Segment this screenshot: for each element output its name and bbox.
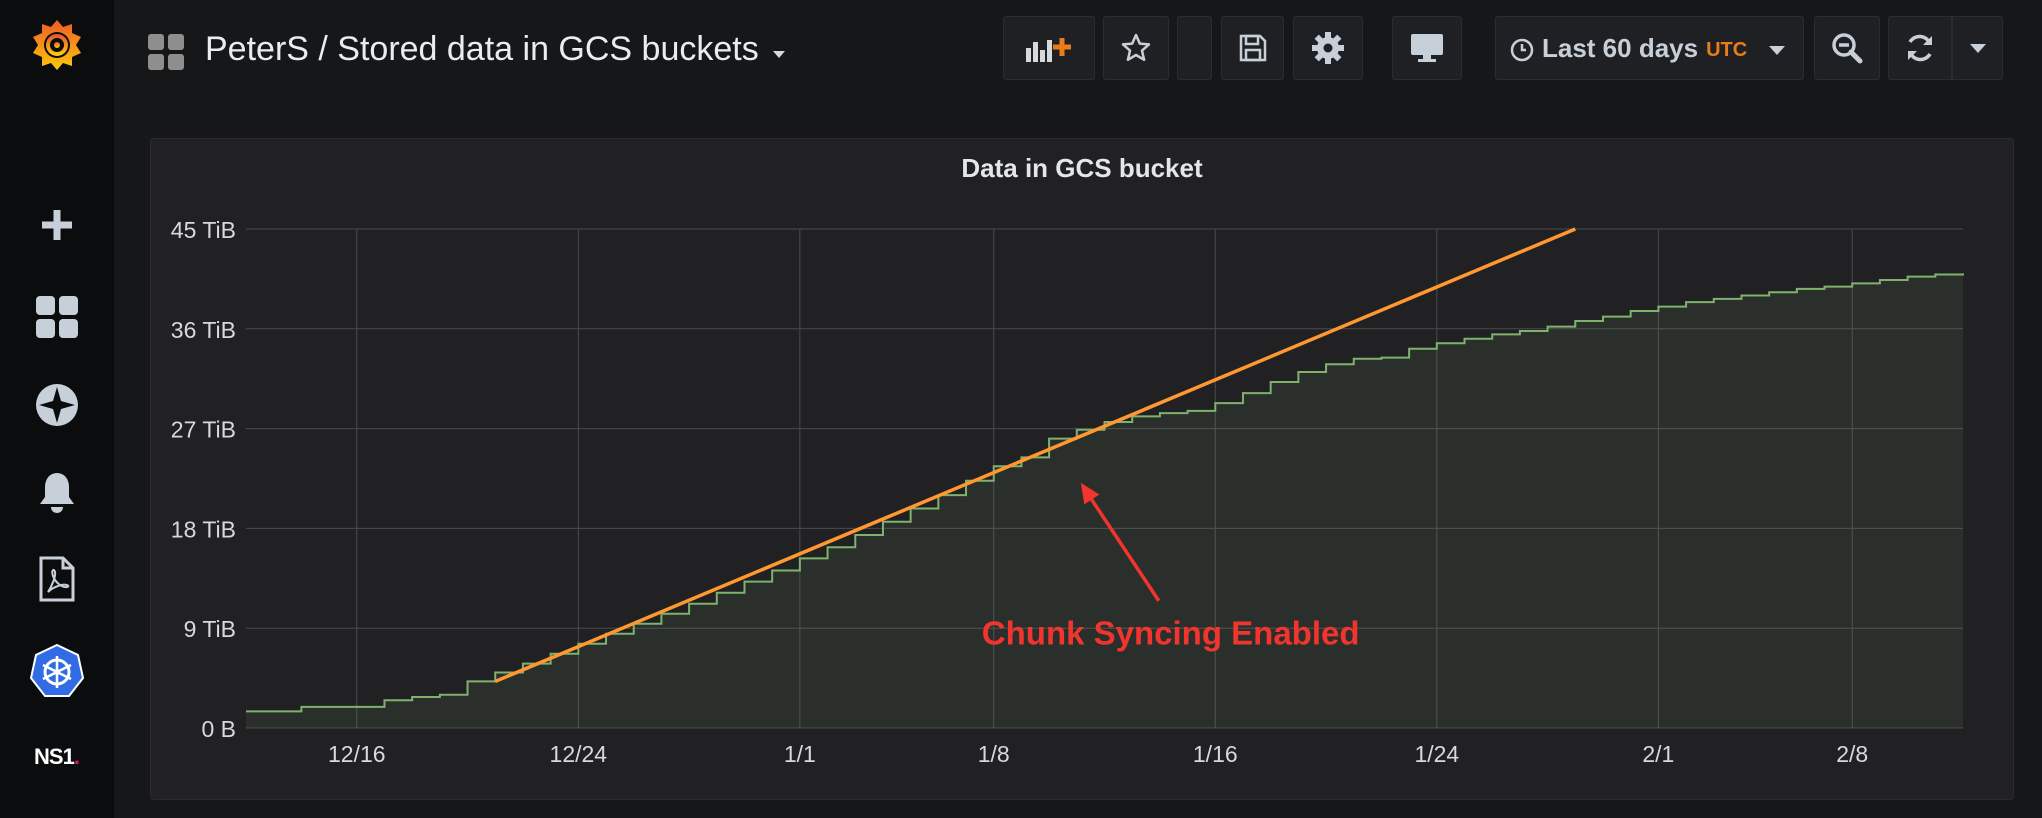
ns1-label: NS1 (34, 744, 75, 769)
chevron-down-icon (1769, 46, 1785, 55)
save-button[interactable] (1221, 16, 1284, 80)
chevron-down-icon (1969, 43, 1986, 53)
dashboards-icon[interactable] (26, 286, 88, 348)
monitor-icon (1411, 34, 1443, 62)
x-tick-label: 1/16 (1193, 741, 1238, 767)
y-tick-label: 45 TiB (171, 217, 236, 243)
x-tick-label: 2/1 (1642, 741, 1674, 767)
panel-chart[interactable]: 0 B9 TiB18 TiB27 TiB36 TiB45 TiB 12/16 12… (151, 139, 2015, 801)
settings-button[interactable] (1293, 16, 1363, 80)
gear-icon (1312, 32, 1344, 64)
timezone-label: UTC (1706, 38, 1748, 61)
time-range-picker[interactable]: Last 60 days UTC (1495, 16, 1804, 80)
refresh-button[interactable] (1888, 16, 1952, 80)
dashboard-grid-icon (148, 34, 184, 70)
pdf-report-icon[interactable] (26, 548, 88, 610)
refresh-interval-dropdown[interactable] (1952, 16, 2003, 80)
x-tick-label: 12/24 (550, 741, 608, 767)
ns1-icon[interactable]: NS1. (26, 726, 88, 788)
y-tick-label: 27 TiB (171, 417, 236, 443)
x-tick-label: 1/1 (784, 741, 816, 767)
view-mode-button[interactable] (1392, 16, 1462, 80)
zoom-out-button[interactable] (1814, 16, 1880, 80)
series-area (246, 273, 1963, 728)
annotation-label: Chunk Syncing Enabled (982, 615, 1360, 652)
grafana-logo-icon[interactable] (26, 16, 88, 78)
add-panel-icon (1026, 38, 1071, 62)
y-tick-label: 36 TiB (171, 317, 236, 343)
kubernetes-icon[interactable] (26, 640, 88, 702)
x-tick-label: 1/24 (1414, 741, 1459, 767)
plus-icon[interactable] (26, 194, 88, 256)
x-tick-label: 1/8 (978, 741, 1010, 767)
graph-panel[interactable]: Data in GCS bucket 0 B9 TiB 18 TiB 27 TiB 3… (150, 138, 2014, 800)
clock-icon (1510, 38, 1534, 62)
add-panel-button[interactable] (1003, 16, 1095, 80)
chevron-down-icon (772, 51, 785, 58)
y-tick-label: 9 TiB (184, 616, 236, 642)
x-tick-label: 12/16 (328, 741, 386, 767)
save-icon (1239, 34, 1266, 62)
x-axis: 12/16 12/24 1/1 1/8 1/16 1/24 2/1 2/8 (328, 741, 1868, 767)
sidebar: NS1. (0, 0, 114, 818)
dashboard-title[interactable]: PeterS / Stored data in GCS buckets (205, 30, 785, 69)
y-tick-label: 18 TiB (171, 516, 236, 542)
dashboard-title-text: PeterS / Stored data in GCS buckets (205, 30, 759, 68)
refresh-icon (1908, 34, 1932, 62)
y-tick-label: 0 B (201, 716, 236, 742)
zoom-out-icon (1832, 33, 1863, 64)
y-axis: 0 B 9 TiB 18 TiB 27 TiB 36 TiB 45 TiB (171, 217, 236, 742)
time-range-label: Last 60 days (1542, 32, 1699, 63)
star-icon (1121, 33, 1151, 62)
share-button[interactable] (1177, 16, 1212, 80)
x-tick-label: 2/8 (1836, 741, 1868, 767)
explore-icon[interactable] (26, 374, 88, 436)
star-button[interactable] (1103, 16, 1169, 80)
ns1-dot: . (73, 744, 80, 769)
alerting-bell-icon[interactable] (26, 462, 88, 524)
